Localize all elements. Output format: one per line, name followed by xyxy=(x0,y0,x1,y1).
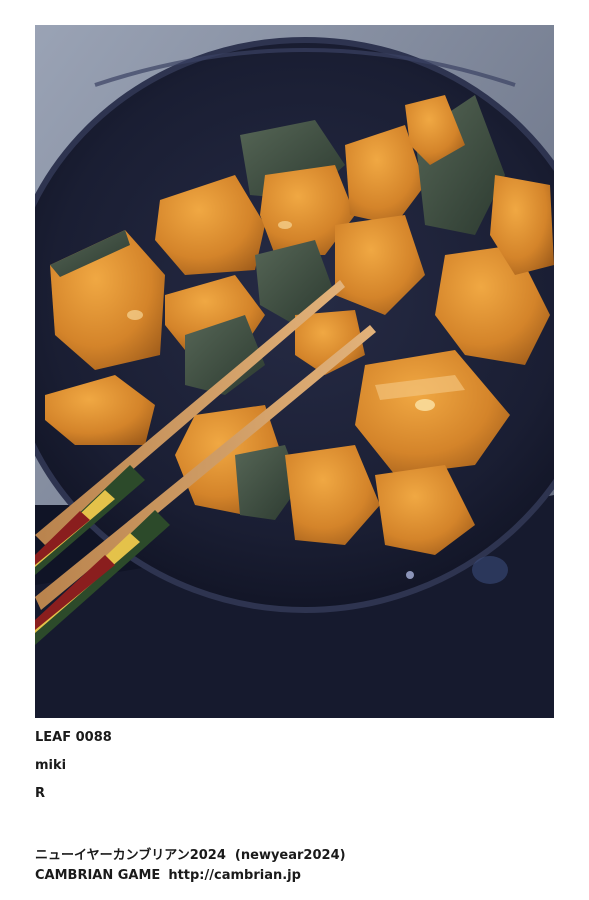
leaf-id-label: LEAF 0088 xyxy=(35,730,112,745)
site-url-link[interactable]: http://cambrian.jp xyxy=(168,868,301,883)
leaf-photo xyxy=(35,25,554,718)
site-credit: CAMBRIAN GAME http://cambrian.jp xyxy=(35,868,301,884)
kabocha-pan-image xyxy=(35,25,554,718)
author-name: miki xyxy=(35,758,67,773)
game-name: CAMBRIAN GAME xyxy=(35,868,161,883)
rating-label: R xyxy=(35,786,46,801)
event-title: ニューイヤーカンブリアン2024 (newyear2024) xyxy=(35,848,346,863)
